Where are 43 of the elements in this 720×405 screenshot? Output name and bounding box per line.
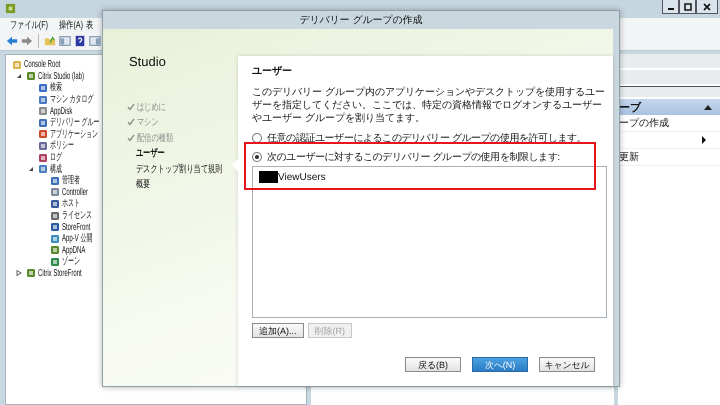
- tree-item[interactable]: 構成: [50, 164, 62, 175]
- actions-header-label: ーブ: [619, 100, 641, 114]
- tree-item[interactable]: Controller: [62, 186, 88, 198]
- tree-item[interactable]: ゾーン: [62, 256, 80, 268]
- wizard-step: マシン: [137, 115, 159, 130]
- wizard-step: デスクトップ割り当て規則: [136, 162, 222, 176]
- tree-item[interactable]: AppDisk: [50, 106, 72, 117]
- tree-item[interactable]: ログ: [50, 152, 62, 164]
- dialog-button[interactable]: 次へ(N): [472, 357, 528, 372]
- menu-item[interactable]: ファイル(F): [10, 18, 48, 32]
- product-name: Studio: [129, 54, 167, 69]
- actions-header[interactable]: ーブ: [618, 99, 720, 115]
- tree-item[interactable]: Console Root: [24, 59, 60, 70]
- tree-item[interactable]: ポリシー: [50, 140, 74, 152]
- wizard-step: 配信の種類: [137, 130, 173, 145]
- tree-item[interactable]: ライセンス: [62, 210, 92, 222]
- dialog-button[interactable]: キャンセル: [539, 357, 595, 372]
- tree-item[interactable]: デリバリー グルー: [50, 117, 100, 128]
- tree-item[interactable]: ホスト: [62, 198, 80, 210]
- menu-item[interactable]: 表: [86, 18, 94, 32]
- tree-item[interactable]: AppDNA: [62, 244, 86, 256]
- tree-item[interactable]: StoreFront: [62, 222, 90, 233]
- tree-item[interactable]: 検索: [50, 82, 62, 94]
- action-item[interactable]: ープの作成: [619, 116, 669, 130]
- description-text: このデリバリー グループ内のアプリケーションやデスクトップを使用するユーザーを指定してください。ここでは、特定の資格情報でログオンするユーザーやユーザー グループを割り当てます。: [252, 86, 606, 125]
- tree-item[interactable]: App-V 公開: [62, 233, 92, 244]
- action-item[interactable]: 更新: [619, 150, 639, 164]
- wizard-step: ユーザー: [136, 146, 165, 160]
- list-button[interactable]: 追加(A)...: [252, 323, 304, 338]
- wizard-step: 概要: [136, 177, 150, 192]
- user-name[interactable]: ViewUsers: [278, 172, 326, 182]
- wizard-step: はじめに: [137, 100, 166, 114]
- tree-item[interactable]: マシン カタログ: [50, 94, 94, 106]
- dialog-button[interactable]: 戻る(B): [405, 357, 461, 372]
- dialog-title: デリバリー グループの作成: [300, 14, 422, 27]
- user-list[interactable]: ViewUsers: [252, 166, 607, 318]
- menu-item[interactable]: 操作(A): [58, 18, 83, 32]
- tree-item[interactable]: Citrix StoreFront: [38, 268, 82, 279]
- page-heading: ユーザー: [252, 64, 293, 78]
- tree-item[interactable]: Citrix Studio (lab): [38, 70, 84, 82]
- tree-item[interactable]: アプリケーション: [50, 128, 98, 140]
- tree-item[interactable]: 管理者: [62, 175, 80, 186]
- radio-label[interactable]: 次のユーザーに対するこのデリバリー グループの使用を制限します:: [267, 150, 560, 164]
